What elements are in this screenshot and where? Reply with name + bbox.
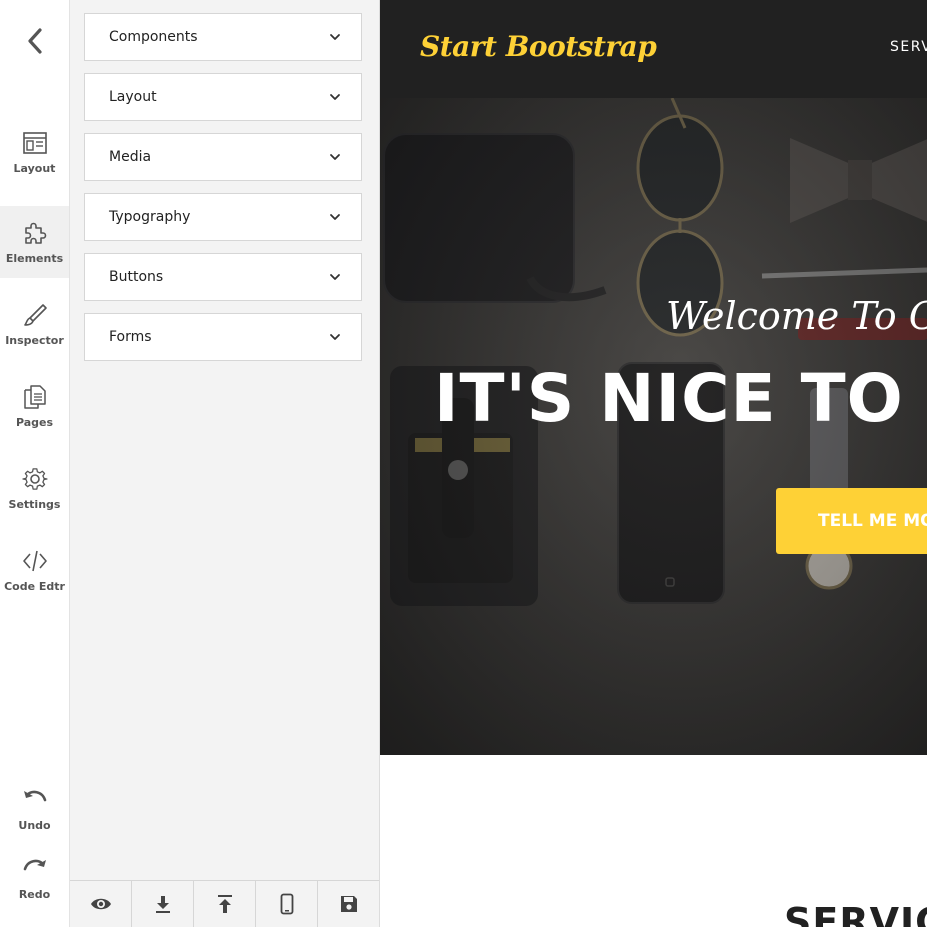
section-typography[interactable]: Typography [84, 193, 362, 241]
rail-item-pages[interactable]: Pages [0, 370, 69, 442]
gear-icon [21, 467, 48, 490]
rail-item-label: Elements [5, 251, 64, 265]
upload-button[interactable] [194, 881, 256, 927]
download-icon [155, 896, 170, 913]
chevron-down-icon [330, 214, 340, 220]
preview-button[interactable] [70, 881, 132, 927]
save-icon [340, 896, 357, 912]
section-title: Typography [109, 209, 191, 225]
mobile-view-button[interactable] [256, 881, 318, 927]
chevron-down-icon [330, 274, 340, 280]
hero-subheading: Welcome To O [666, 294, 927, 338]
rail-item-label: Pages [15, 415, 54, 429]
tell-me-more-button[interactable]: TELL ME MO [776, 488, 927, 554]
save-button[interactable] [318, 881, 379, 927]
undo-button[interactable]: Undo [0, 776, 69, 842]
redo-label: Redo [18, 887, 51, 901]
undo-label: Undo [18, 818, 51, 832]
chevron-down-icon [330, 94, 340, 100]
page-preview[interactable]: Start Bootstrap SERV [380, 0, 927, 927]
rail-item-label: Layout [13, 161, 56, 175]
section-layout[interactable]: Layout [84, 73, 362, 121]
mobile-icon [280, 893, 293, 915]
section-media[interactable]: Media [84, 133, 362, 181]
chevron-down-icon [330, 334, 340, 340]
rail-item-elements[interactable]: Elements [0, 206, 69, 278]
undo-icon [23, 790, 46, 801]
section-buttons[interactable]: Buttons [84, 253, 362, 301]
services-heading: SERVIC [784, 900, 927, 927]
bottom-toolbar [70, 880, 379, 927]
nav-link[interactable]: SERV [890, 39, 927, 55]
chevron-left-icon [27, 28, 42, 54]
section-title: Components [109, 29, 198, 45]
hero-heading: IT'S NICE TO [434, 360, 904, 437]
rail-item-settings[interactable]: Settings [0, 452, 69, 524]
redo-icon [23, 859, 46, 870]
rail-item-layout[interactable]: Layout [0, 116, 69, 188]
back-button[interactable] [0, 18, 69, 64]
download-button[interactable] [132, 881, 194, 927]
code-icon [22, 550, 47, 571]
site-navbar: Start Bootstrap SERV [380, 0, 927, 98]
section-title: Layout [109, 89, 157, 105]
section-title: Buttons [109, 269, 164, 285]
rail-item-label: Inspector [5, 333, 64, 347]
hero-section: Welcome To O IT'S NICE TO TELL ME MO [380, 98, 927, 755]
section-title: Forms [109, 329, 152, 345]
pages-icon [23, 384, 46, 409]
chevron-down-icon [330, 154, 340, 160]
section-title: Media [109, 149, 152, 165]
chevron-down-icon [330, 34, 340, 40]
redo-button[interactable]: Redo [0, 845, 69, 911]
puzzle-icon [24, 222, 46, 244]
brush-icon [23, 303, 47, 326]
site-brand[interactable]: Start Bootstrap [420, 30, 657, 63]
sidebar-rail: Layout Elements Inspector Pages Settings… [0, 0, 70, 927]
eye-icon [90, 898, 111, 910]
components-panel: Components Layout Media Typography Butto… [70, 0, 380, 927]
rail-item-inspector[interactable]: Inspector [0, 288, 69, 360]
layout-icon [22, 131, 47, 154]
upload-icon [217, 895, 232, 913]
section-forms[interactable]: Forms [84, 313, 362, 361]
rail-item-label: Code Edtr [4, 579, 65, 593]
rail-item-label: Settings [8, 497, 61, 511]
section-components[interactable]: Components [84, 13, 362, 61]
rail-item-code-editor[interactable]: Code Edtr [0, 534, 69, 606]
